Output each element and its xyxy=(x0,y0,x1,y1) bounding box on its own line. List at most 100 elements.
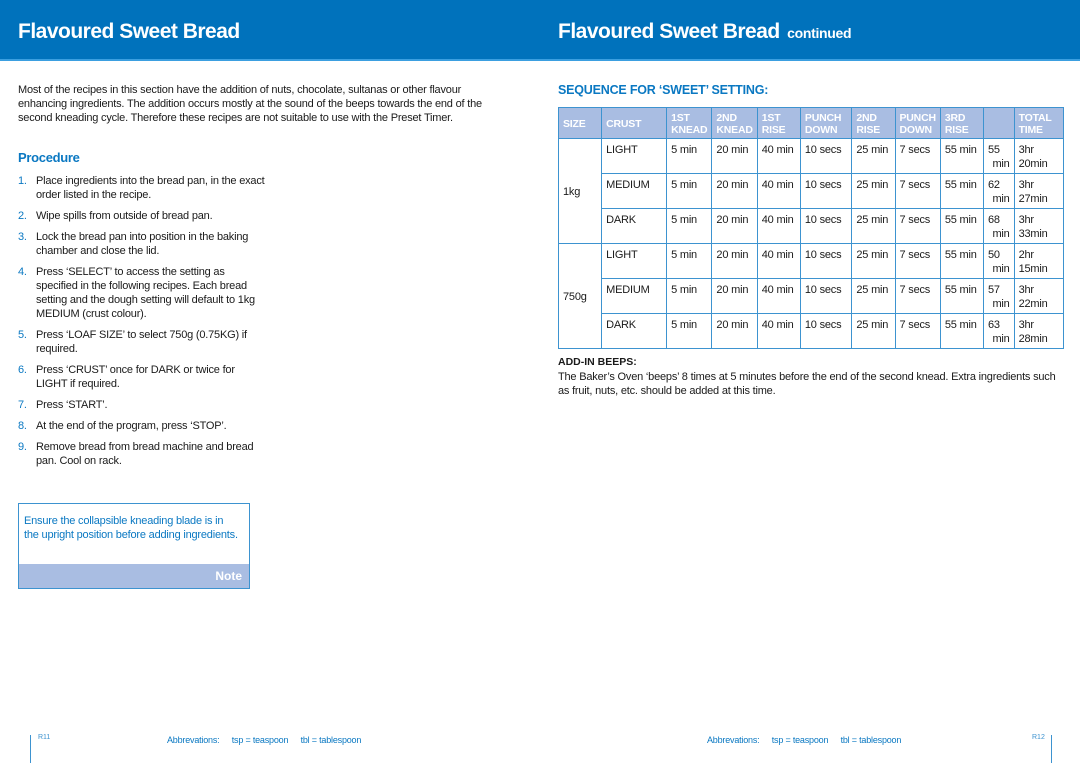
procedure-step: 8. At the end of the program, press ‘STOP… xyxy=(18,419,268,433)
punch1-cell: 10 secs xyxy=(799,208,853,244)
step-text: Wipe spills from outside of bread pan. xyxy=(36,210,213,222)
crust-cell: DARK xyxy=(601,313,668,349)
header-line-1: PUNCH xyxy=(899,112,937,124)
rise3-cell: 55 min xyxy=(939,278,984,314)
step-number: 8. xyxy=(18,420,27,432)
punch2-cell: 7 secs xyxy=(894,173,941,209)
crust-cell: LIGHT xyxy=(601,138,668,174)
step-text: At the end of the program, press ‘STOP’. xyxy=(36,420,227,432)
abbrev-tsp: tsp = teaspoon xyxy=(231,735,289,745)
bake-value: 55 xyxy=(987,144,1000,156)
step-text: Lock the bread pan into position in the … xyxy=(36,231,249,257)
note-label: Note xyxy=(215,569,242,583)
total-hours: 3hr xyxy=(1018,319,1035,331)
abbrev-label: Abbrevations: xyxy=(707,735,760,745)
header-line-1: PUNCH xyxy=(804,112,842,124)
rise2-cell: 25 min xyxy=(851,173,896,209)
knead2-cell: 20 min xyxy=(711,208,758,244)
punch2-cell: 7 secs xyxy=(894,208,941,244)
punch2-cell: 7 secs xyxy=(894,278,941,314)
size-cell: 1kg xyxy=(557,138,603,244)
step-number: 4. xyxy=(18,266,27,278)
bake-unit: min xyxy=(992,298,1010,310)
procedure-step: 7. Press ‘START’. xyxy=(18,398,268,412)
step-text: Place ingredients into the bread pan, in… xyxy=(36,175,265,201)
header-line-1: 2ND xyxy=(716,112,737,124)
bake-value: 50 xyxy=(987,249,1000,261)
procedure-step: 1. Place ingredients into the bread pan, … xyxy=(18,174,268,202)
bake-value: 63 xyxy=(987,319,1000,331)
column-header: 2ND RISE xyxy=(851,107,896,139)
bake-unit: min xyxy=(992,333,1010,345)
bake-value: 57 xyxy=(987,284,1000,296)
column-header: 3RD RISE xyxy=(939,107,984,139)
crust-cell: MEDIUM xyxy=(601,173,668,209)
knead1-cell: 5 min xyxy=(666,243,713,279)
knead2-cell: 20 min xyxy=(711,173,758,209)
punch2-cell: 7 secs xyxy=(894,243,941,279)
bake-unit: min xyxy=(992,158,1010,170)
table-row: 1kg LIGHT 5 min 20 min 40 min 10 secs 25 min 7 … xyxy=(557,138,1065,244)
bake-value: 62 xyxy=(987,179,1000,191)
abbrev-tbl: tbl = tablespoon xyxy=(840,735,902,745)
note-bar: Note xyxy=(19,564,249,588)
procedure-steps: 1. Place ingredients into the bread pan, … xyxy=(18,174,268,475)
crust-cell: LIGHT xyxy=(601,243,668,279)
knead1-cell: 5 min xyxy=(666,138,713,174)
step-text: Press ‘SELECT’ to access the setting as … xyxy=(36,266,255,320)
crust-cell: MEDIUM xyxy=(601,278,668,314)
rise3-cell: 55 min xyxy=(939,208,984,244)
abbreviations-left: Abbrevations: tsp = teaspoon tbl = table… xyxy=(167,735,371,745)
step-number: 5. xyxy=(18,329,27,341)
header-line-2: KNEAD xyxy=(716,124,753,136)
rise2-cell: 25 min xyxy=(851,313,896,349)
procedure-step: 3. Lock the bread pan into position in th… xyxy=(18,230,268,258)
total-hours: 3hr xyxy=(1018,214,1035,226)
header-line-1: CRUST xyxy=(606,118,642,130)
note-text: Ensure the collapsible kneading blade is… xyxy=(24,515,238,541)
sequence-heading: SEQUENCE FOR ‘SWEET’ SETTING: xyxy=(558,83,769,97)
procedure-step: 6. Press ‘CRUST’ once for DARK or twice f… xyxy=(18,363,268,391)
note-box: Ensure the collapsible kneading blade is… xyxy=(18,503,250,589)
bake-cell: 50 min xyxy=(982,243,1015,279)
knead1-cell: 5 min xyxy=(666,278,713,314)
step-text: Press ‘LOAF SIZE’ to select 750g (0.75KG… xyxy=(36,329,247,355)
rise3-cell: 55 min xyxy=(939,313,984,349)
table-row: MEDIUM 5 min 20 min 40 min 10 secs 25 min 7 se… xyxy=(559,278,1065,314)
total-hours: 3hr xyxy=(1018,144,1035,156)
page-number-right: R12 xyxy=(1032,734,1045,741)
rise1-cell: 40 min xyxy=(756,278,801,314)
knead1-cell: 5 min xyxy=(666,208,713,244)
header-line-2: KNEAD xyxy=(671,124,708,136)
punch1-cell: 10 secs xyxy=(799,243,853,279)
continued-suffix: continued xyxy=(787,25,852,41)
abbreviations-right: Abbrevations: tsp = teaspoon tbl = table… xyxy=(707,735,911,745)
header-line-1: SIZE xyxy=(563,118,586,130)
column-header: CRUST xyxy=(601,107,668,139)
footer-rule-left xyxy=(30,735,31,763)
header-line-2: DOWN xyxy=(899,124,933,136)
page-number-left: R11 xyxy=(38,734,51,741)
intro-paragraph: Most of the recipes in this section have… xyxy=(18,84,482,124)
rise3-cell: 55 min xyxy=(939,173,984,209)
bake-unit: min xyxy=(992,263,1010,275)
knead1-cell: 5 min xyxy=(666,173,713,209)
step-number: 2. xyxy=(18,210,27,222)
total-minutes: 33min xyxy=(1018,228,1048,240)
column-header: PUNCH DOWN xyxy=(894,107,941,139)
procedure-step: 5. Press ‘LOAF SIZE’ to select 750g (0.75… xyxy=(18,328,268,356)
bake-cell: 63 min xyxy=(982,313,1015,349)
punch1-cell: 10 secs xyxy=(799,278,853,314)
header-line-2: TIME xyxy=(1018,124,1043,136)
procedure-step: 4. Press ‘SELECT’ to access the setting a… xyxy=(18,265,268,321)
total-minutes: 22min xyxy=(1018,298,1048,310)
rise2-cell: 25 min xyxy=(851,243,896,279)
page-title-right-text: Flavoured Sweet Bread xyxy=(558,20,780,43)
procedure-step: 2. Wipe spills from outside of bread pan. xyxy=(18,209,268,223)
total-time-cell: 2hr 15min xyxy=(1013,243,1065,279)
rise3-cell: 55 min xyxy=(939,243,984,279)
total-time-cell: 3hr 22min xyxy=(1013,278,1065,314)
punch2-cell: 7 secs xyxy=(894,313,941,349)
header-line-2: RISE xyxy=(856,124,881,136)
knead2-cell: 20 min xyxy=(711,313,758,349)
